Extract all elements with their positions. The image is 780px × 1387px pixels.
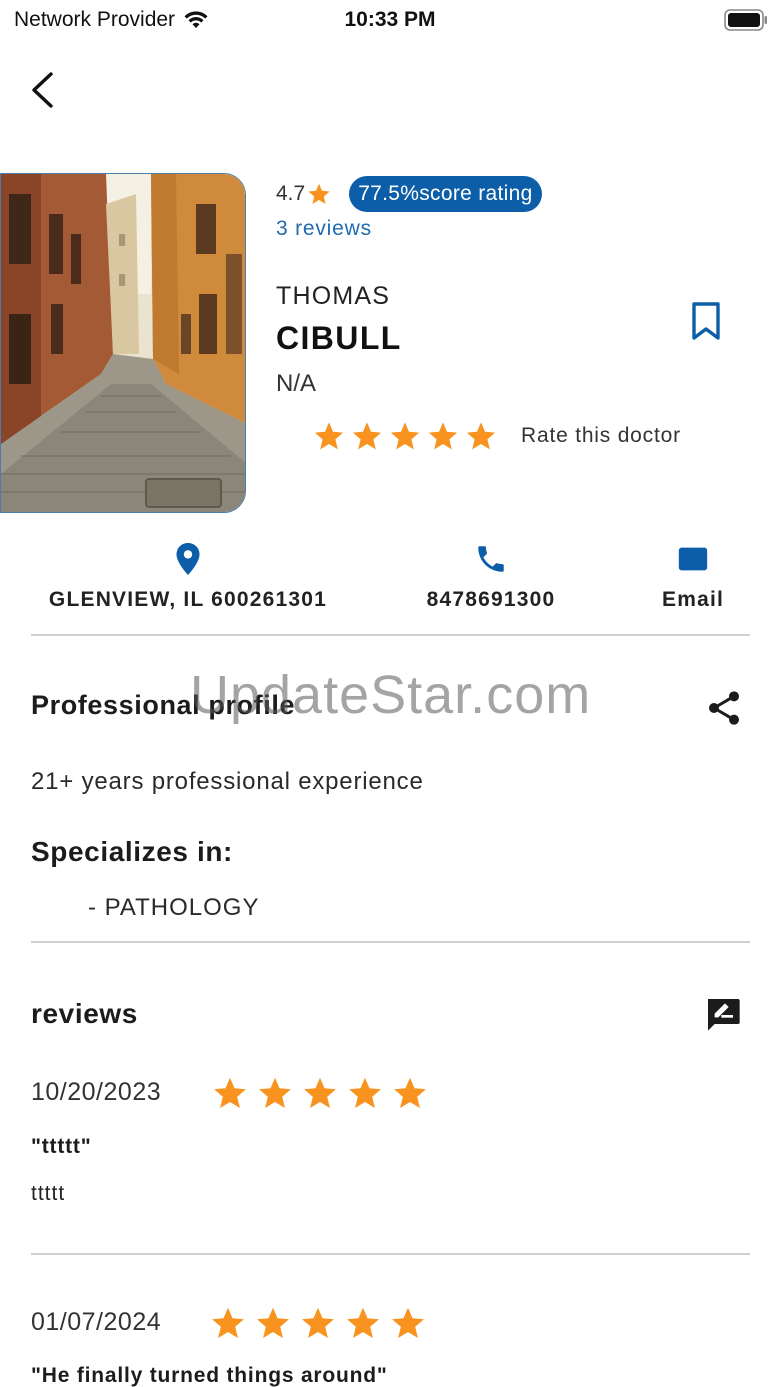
doctor-last-name: CIBULL <box>276 320 402 356</box>
phone-icon <box>478 546 504 572</box>
chevron-left-icon <box>32 72 53 108</box>
rate-doctor-label[interactable]: Rate this doctor <box>521 424 681 448</box>
doctor-first-name: THOMAS <box>276 282 391 310</box>
star-icon <box>349 1077 381 1108</box>
bookmark-button[interactable] <box>686 300 726 342</box>
rate-review-icon <box>708 999 740 1031</box>
battery-icon <box>724 9 767 31</box>
star-icon <box>347 1307 379 1338</box>
star-icon <box>392 1307 424 1338</box>
review-title: "He finally turned things around" <box>31 1364 388 1387</box>
review-stars <box>212 1075 428 1111</box>
review-date: 01/07/2024 <box>31 1308 162 1336</box>
star-icon <box>308 183 330 204</box>
share-button[interactable] <box>704 688 744 728</box>
specializes-title: Specializes in: <box>31 836 233 867</box>
star-icon[interactable] <box>465 420 497 452</box>
mail-icon <box>678 547 708 571</box>
rating-row: 4.7 77.5%score rating <box>276 175 542 213</box>
specialization-item: - PATHOLOGY <box>88 894 260 921</box>
star-icon <box>257 1307 289 1338</box>
star-icon <box>214 1077 246 1108</box>
divider <box>31 941 750 943</box>
reviews-title: reviews <box>31 998 138 1029</box>
bookmark-icon <box>692 302 720 340</box>
score-rating-badge: 77.5%score rating <box>349 176 542 212</box>
address-contact[interactable]: GLENVIEW, IL 600261301 <box>41 542 335 612</box>
star-icon <box>302 1307 334 1338</box>
review-stars <box>210 1305 426 1341</box>
rating-value: 4.7 <box>276 182 306 205</box>
divider <box>31 634 750 636</box>
divider <box>31 1253 750 1255</box>
email-contact[interactable]: Email <box>658 542 728 612</box>
star-icon <box>394 1077 426 1108</box>
doctor-specialty: N/A <box>276 370 317 397</box>
review-title: "ttttt" <box>31 1135 92 1158</box>
write-review-button[interactable] <box>702 994 744 1034</box>
review-date: 10/20/2023 <box>31 1078 162 1106</box>
experience-text: 21+ years professional experience <box>31 768 424 795</box>
phone-label: 8478691300 <box>426 588 556 611</box>
star-icon[interactable] <box>427 420 459 452</box>
status-time: 10:33 PM <box>344 8 436 31</box>
status-bar: Network Provider 10:33 PM <box>0 0 780 44</box>
location-pin-icon <box>176 543 200 575</box>
star-icon <box>259 1077 291 1108</box>
star-icon <box>304 1077 336 1108</box>
star-icon[interactable] <box>351 420 383 452</box>
back-button[interactable] <box>22 68 66 112</box>
phone-contact[interactable]: 8478691300 <box>417 542 565 612</box>
rate-stars[interactable] <box>313 420 497 452</box>
email-label: Email <box>661 588 725 611</box>
share-icon <box>709 691 739 725</box>
star-icon <box>212 1307 244 1338</box>
star-icon[interactable] <box>313 420 345 452</box>
professional-profile-title: Professional profile <box>31 690 296 720</box>
star-icon[interactable] <box>389 420 421 452</box>
reviews-count-link[interactable]: 3 reviews <box>276 217 372 241</box>
review-body: ttttt <box>31 1182 66 1205</box>
rate-doctor-row[interactable]: Rate this doctor <box>313 420 681 452</box>
address-label: GLENVIEW, IL 600261301 <box>48 588 328 611</box>
doctor-photo <box>0 173 246 513</box>
